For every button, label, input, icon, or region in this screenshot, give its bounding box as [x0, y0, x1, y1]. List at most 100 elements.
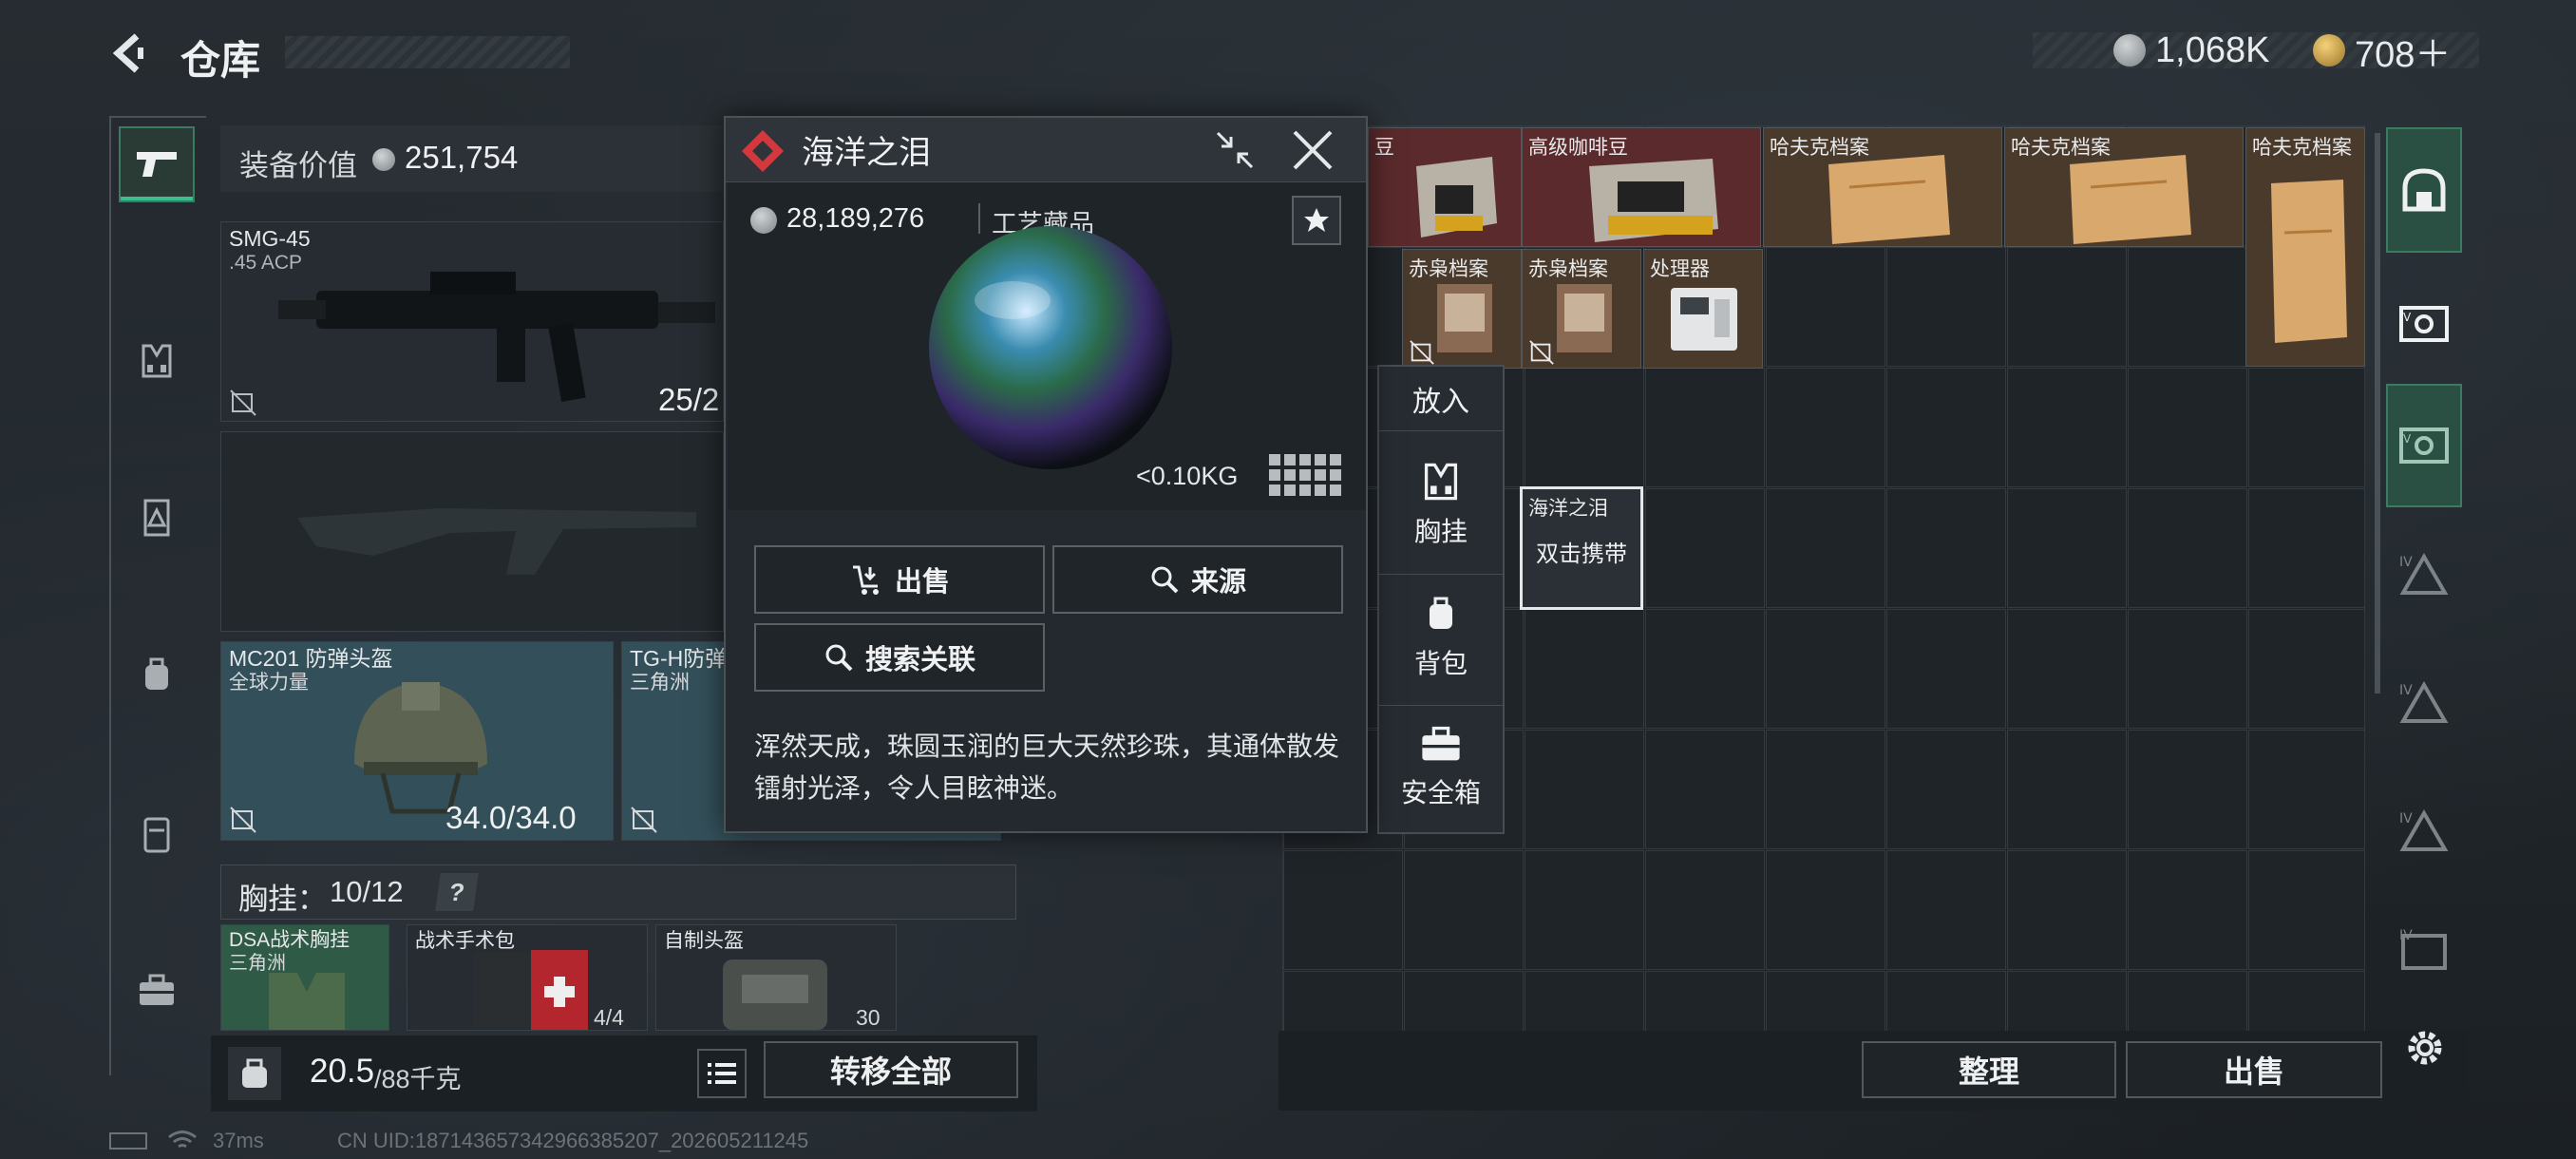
arrange-button[interactable]: 整理	[1862, 1041, 2116, 1098]
chestrig-item-medkit[interactable]: 战术手术包 4/4	[407, 924, 648, 1031]
stash-tab-7[interactable]: IV	[2386, 898, 2462, 1002]
grid-cell[interactable]	[2248, 730, 2364, 849]
grid-cell[interactable]	[2128, 368, 2247, 487]
grid-cell[interactable]	[2128, 971, 2247, 1032]
rail-armor-tab[interactable]	[119, 480, 195, 556]
gear-icon	[2408, 1031, 2442, 1065]
grid-cell[interactable]	[1886, 730, 2006, 849]
stash-item-processor[interactable]: 处理器	[1643, 249, 1763, 369]
stash-item-haavk-file-2[interactable]: 哈夫克档案	[2004, 127, 2244, 247]
grid-cell[interactable]	[1645, 730, 1765, 849]
grid-cell[interactable]	[1645, 609, 1765, 729]
grid-cell[interactable]	[2007, 247, 2127, 367]
grid-cell[interactable]	[1766, 730, 1885, 849]
grid-cell[interactable]	[2128, 850, 2247, 970]
grid-cell[interactable]	[2007, 850, 2127, 970]
helmet-slot[interactable]: MC201 防弹头盔 全球力量 34.0/34.0	[220, 641, 614, 841]
grid-cell[interactable]	[2248, 609, 2364, 729]
rail-container-tab[interactable]	[119, 796, 195, 872]
settings-button[interactable]	[2398, 1021, 2452, 1074]
grid-cell[interactable]	[2248, 971, 2364, 1032]
chestrig-item-dsa[interactable]: DSA战术胸挂 三角洲	[220, 924, 389, 1031]
grid-cell[interactable]	[1404, 850, 1524, 970]
grid-cell[interactable]	[1766, 850, 1885, 970]
stash-tab-4[interactable]: IV	[2386, 513, 2462, 636]
stash-item-ocean-tear[interactable]: 海洋之泪 双击携带	[1520, 486, 1643, 610]
transfer-all-button[interactable]: 转移全部	[764, 1041, 1018, 1098]
grid-cell[interactable]	[1886, 609, 2006, 729]
grid-cell[interactable]	[1766, 247, 1885, 367]
grid-cell[interactable]	[2007, 488, 2127, 608]
grid-cell[interactable]	[1645, 850, 1765, 970]
grid-cell[interactable]	[2007, 368, 2127, 487]
grid-cell[interactable]	[2128, 247, 2247, 367]
grid-cell[interactable]	[1645, 488, 1765, 608]
grid-cell[interactable]	[2128, 730, 2247, 849]
favorite-button[interactable]	[1292, 196, 1341, 245]
chestrig-item-helmet[interactable]: 自制头盔 30	[655, 924, 897, 1031]
stash-tab-main[interactable]	[2386, 127, 2462, 253]
stash-item-owl-file-1[interactable]: 赤枭档案	[1402, 249, 1522, 369]
source-button[interactable]: 来源	[1052, 545, 1343, 614]
grid-cell[interactable]	[1525, 850, 1644, 970]
grid-cell[interactable]	[1886, 368, 2006, 487]
stash-scrollbar[interactable]	[2375, 133, 2380, 694]
sell-button[interactable]: 出售	[754, 545, 1045, 614]
grid-cell[interactable]	[2128, 488, 2247, 608]
grid-cell[interactable]	[1525, 730, 1644, 849]
stash-item-haavk-file-1[interactable]: 哈夫克档案	[1763, 127, 2002, 247]
grid-cell[interactable]	[1525, 609, 1644, 729]
chestrig-icon	[1424, 463, 1458, 501]
grid-cell[interactable]	[2248, 368, 2364, 487]
close-button[interactable]	[1284, 125, 1341, 175]
grid-cell[interactable]	[1886, 971, 2006, 1032]
grid-cell[interactable]	[1766, 609, 1885, 729]
grid-cell[interactable]	[1886, 488, 2006, 608]
rail-chestrig-tab[interactable]	[119, 323, 195, 399]
put-in-safebox[interactable]: 安全箱	[1379, 705, 1503, 828]
list-icon	[708, 1063, 736, 1084]
stash-item-coffee-partial[interactable]: 豆	[1368, 127, 1522, 247]
grid-cell[interactable]	[1283, 971, 1403, 1032]
stash-tab-3[interactable]: V	[2386, 384, 2462, 507]
no-insure-icon	[631, 807, 657, 833]
stash-item-premium-coffee[interactable]: 高级咖啡豆	[1522, 127, 1761, 247]
grid-cell[interactable]	[1645, 971, 1765, 1032]
weapon-slot-primary[interactable]: SMG-45 .45 ACP 25/2	[220, 221, 724, 422]
rail-weapons-tab[interactable]	[119, 126, 195, 202]
search-related-button[interactable]: 搜索关联	[754, 623, 1045, 692]
weapon-slot-secondary[interactable]	[220, 431, 724, 632]
help-button[interactable]: ?	[435, 873, 479, 911]
grid-cell[interactable]	[2248, 850, 2364, 970]
grid-cell[interactable]	[2007, 730, 2127, 849]
stash-item-owl-file-2[interactable]: 赤枭档案	[1522, 249, 1641, 369]
grid-cell[interactable]	[2128, 609, 2247, 729]
silver-currency[interactable]: 1,068K	[2113, 28, 2269, 72]
gold-currency[interactable]: 708＋	[2313, 28, 2451, 75]
back-button[interactable]	[104, 27, 158, 80]
grid-cell[interactable]	[1766, 368, 1885, 487]
grid-cell[interactable]	[1283, 850, 1403, 970]
put-in-backpack[interactable]: 背包	[1379, 574, 1503, 697]
stash-sell-button[interactable]: 出售	[2126, 1041, 2382, 1098]
grid-cell[interactable]	[1766, 488, 1885, 608]
stash-tab-6[interactable]: IV	[2386, 770, 2462, 893]
grid-cell[interactable]	[1886, 850, 2006, 970]
grid-cell[interactable]	[2248, 488, 2364, 608]
stash-tab-2[interactable]: V	[2386, 262, 2462, 386]
rail-backpack-tab[interactable]	[119, 636, 195, 712]
grid-cell[interactable]	[1525, 368, 1644, 487]
grid-cell[interactable]	[2007, 609, 2127, 729]
stash-item-haavk-file-3[interactable]: 哈夫克档案	[2245, 127, 2365, 367]
grid-cell[interactable]	[1886, 247, 2006, 367]
grid-cell[interactable]	[1404, 971, 1524, 1032]
grid-cell[interactable]	[1766, 971, 1885, 1032]
stash-tab-5[interactable]: IV	[2386, 641, 2462, 765]
collapse-button[interactable]	[1208, 125, 1261, 175]
grid-cell[interactable]	[1645, 368, 1765, 487]
put-in-chestrig[interactable]: 胸挂	[1379, 443, 1503, 566]
list-view-button[interactable]	[697, 1049, 747, 1098]
grid-cell[interactable]	[2007, 971, 2127, 1032]
grid-cell[interactable]	[1525, 971, 1644, 1032]
rail-safebox-tab[interactable]	[119, 953, 195, 1029]
